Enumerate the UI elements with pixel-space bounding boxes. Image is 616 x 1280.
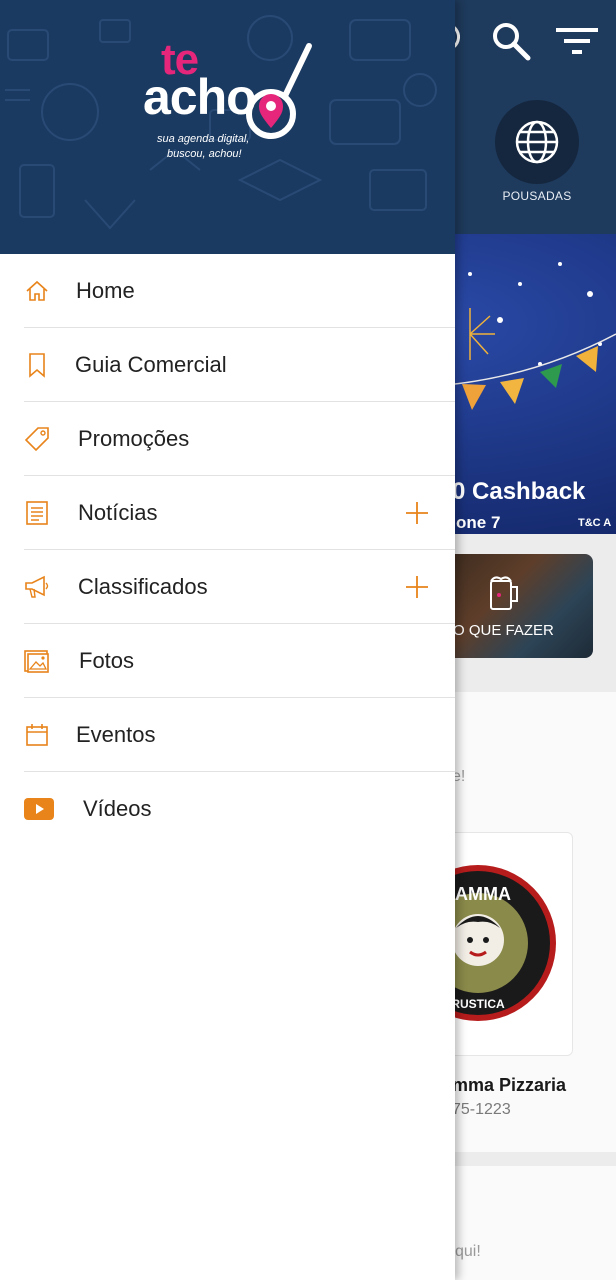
menu-label-noticias: Notícias — [78, 500, 158, 525]
banner-terms: T&C A — [578, 517, 612, 529]
calendar-icon — [24, 722, 50, 748]
business-name: mma Pizzaria — [452, 1075, 567, 1095]
filter-icon[interactable] — [554, 22, 600, 58]
menu-item-classificados[interactable]: Classificados — [0, 550, 455, 624]
newspaper-icon — [24, 500, 50, 526]
logo-text-bottom: RUSTICA — [451, 997, 505, 1011]
home-icon — [24, 278, 50, 304]
photos-icon — [24, 648, 50, 674]
menu-item-guia-comercial[interactable]: Guia Comercial — [0, 328, 455, 402]
menu-label-guia-comercial: Guia Comercial — [75, 352, 227, 377]
category-pousadas-button[interactable] — [495, 100, 579, 184]
tile-label: O QUE FAZER — [453, 622, 554, 639]
category-label: POUSADAS — [502, 189, 572, 203]
menu-item-noticias[interactable]: Notícias — [0, 476, 455, 550]
business-phone: 75-1223 — [452, 1101, 511, 1118]
menu-label-home: Home — [76, 278, 135, 303]
logo-text-acho: acho — [143, 69, 257, 125]
banner-subtitle: one 7 — [456, 513, 501, 532]
magnifier-pin-icon — [246, 43, 312, 139]
te-acho-logo: te acho sua agenda digital, buscou, acho… — [143, 38, 318, 168]
menu-label-classificados: Classificados — [78, 574, 208, 599]
menu-item-home[interactable]: Home — [0, 254, 455, 328]
logo-tagline-1: sua agenda digital, — [157, 133, 250, 145]
logo-tagline-2: buscou, achou! — [167, 148, 242, 160]
menu-label-eventos: Eventos — [76, 722, 156, 747]
menu-item-promocoes[interactable]: Promoções — [0, 402, 455, 476]
expand-plus-icon[interactable] — [404, 574, 430, 600]
drawer-header: te acho sua agenda digital, buscou, acho… — [0, 0, 455, 254]
navigation-drawer: te acho sua agenda digital, buscou, acho… — [0, 0, 455, 1280]
search-icon[interactable] — [490, 20, 532, 62]
section-hint-2: qui! — [455, 1243, 481, 1260]
expand-plus-icon[interactable] — [404, 500, 430, 526]
menu-item-eventos[interactable]: Eventos — [0, 698, 455, 772]
tag-icon — [24, 426, 50, 452]
globe-icon — [515, 120, 559, 164]
play-video-icon — [24, 796, 54, 822]
banner-title: 0 Cashback — [452, 478, 586, 505]
beer-mug-icon — [487, 573, 521, 618]
menu-item-videos[interactable]: Vídeos — [0, 772, 455, 846]
drawer-menu: Home Guia Comercial Promoções Notícias C… — [0, 254, 455, 846]
menu-label-videos: Vídeos — [83, 796, 152, 821]
menu-label-promocoes: Promoções — [78, 426, 190, 451]
megaphone-icon — [24, 574, 50, 600]
bookmark-icon — [24, 352, 50, 378]
menu-item-fotos[interactable]: Fotos — [0, 624, 455, 698]
menu-label-fotos: Fotos — [79, 648, 135, 673]
